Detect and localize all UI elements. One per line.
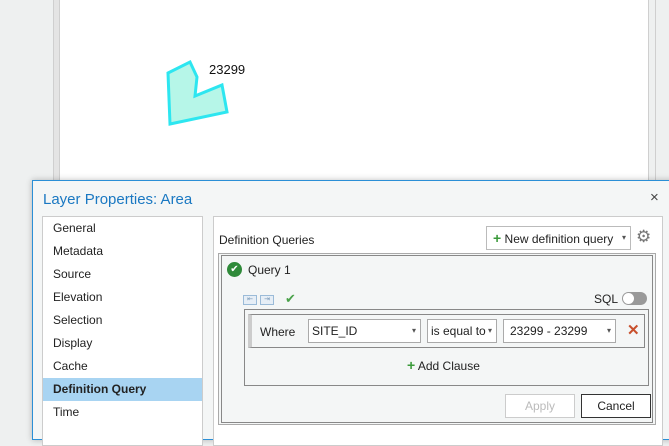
chevron-down-icon: ▾	[606, 326, 611, 335]
chevron-down-icon: ▾	[485, 320, 492, 342]
add-clause-button[interactable]: + Add Clause	[407, 357, 480, 373]
valid-check-icon: ✔	[227, 262, 242, 277]
operator-value: is equal to	[431, 324, 486, 338]
map-canvas[interactable]	[0, 0, 588, 190]
clause-container: Where SITE_ID ▾ is equal to ▾ 23299 - 2329…	[244, 309, 649, 386]
field-dropdown[interactable]: SITE_ID ▾	[308, 319, 421, 343]
cancel-button[interactable]: Cancel	[581, 394, 651, 418]
outdent-icon[interactable]: ⇤	[243, 295, 257, 305]
query-card: ✔ Query 1 ⇤ ⇥ ✔ SQL Where SITE_ID ▾ is eq…	[218, 253, 656, 425]
sql-label: SQL	[594, 292, 619, 306]
value-dropdown[interactable]: 23299 - 23299 ▾	[503, 319, 616, 343]
properties-nav: General Metadata Source Elevation Select…	[42, 216, 203, 446]
definition-query-panel: Definition Queries + New definition quer…	[213, 216, 663, 446]
operator-dropdown[interactable]: is equal to ▾	[427, 319, 497, 343]
dialog-title: Layer Properties: Area	[43, 191, 193, 208]
plus-icon: +	[493, 230, 502, 246]
where-label: Where	[260, 325, 296, 339]
query-header[interactable]: ✔ Query 1	[227, 262, 291, 277]
nav-item-general[interactable]: General	[43, 217, 202, 240]
sql-toggle[interactable]	[622, 292, 647, 305]
feature-label: 23299	[209, 62, 246, 77]
query-name: Query 1	[248, 262, 291, 277]
nav-item-time[interactable]: Time	[43, 401, 202, 424]
nav-item-cache[interactable]: Cache	[43, 355, 202, 378]
new-definition-query-button[interactable]: + New definition query ▾	[486, 226, 631, 250]
new-query-label: New definition query	[504, 232, 614, 246]
nav-item-selection[interactable]: Selection	[43, 309, 202, 332]
nav-item-elevation[interactable]: Elevation	[43, 286, 202, 309]
value-text: 23299 - 23299	[510, 324, 588, 338]
remove-clause-icon[interactable]: ✕	[627, 321, 640, 339]
chevron-down-icon: ▾	[411, 326, 416, 335]
clause-row: Where SITE_ID ▾ is equal to ▾ 23299 - 2329…	[248, 314, 645, 348]
field-value: SITE_ID	[312, 324, 358, 338]
panel-heading: Definition Queries	[219, 233, 315, 247]
close-icon[interactable]: ×	[650, 189, 659, 206]
nav-item-definition-query[interactable]: Definition Query	[43, 378, 202, 401]
indent-icon[interactable]: ⇥	[260, 295, 274, 305]
nav-item-metadata[interactable]: Metadata	[43, 240, 202, 263]
gear-icon[interactable]: ⚙	[636, 227, 651, 247]
nav-item-source[interactable]: Source	[43, 263, 202, 286]
layer-properties-dialog: Layer Properties: Area × General Metadat…	[32, 180, 669, 446]
nav-item-display[interactable]: Display	[43, 332, 202, 355]
plus-icon: +	[407, 357, 416, 373]
verify-check-icon[interactable]: ✔	[285, 291, 296, 307]
chevron-down-icon: ▾	[621, 233, 626, 242]
add-clause-label: Add Clause	[417, 359, 480, 373]
apply-button[interactable]: Apply	[505, 394, 575, 418]
